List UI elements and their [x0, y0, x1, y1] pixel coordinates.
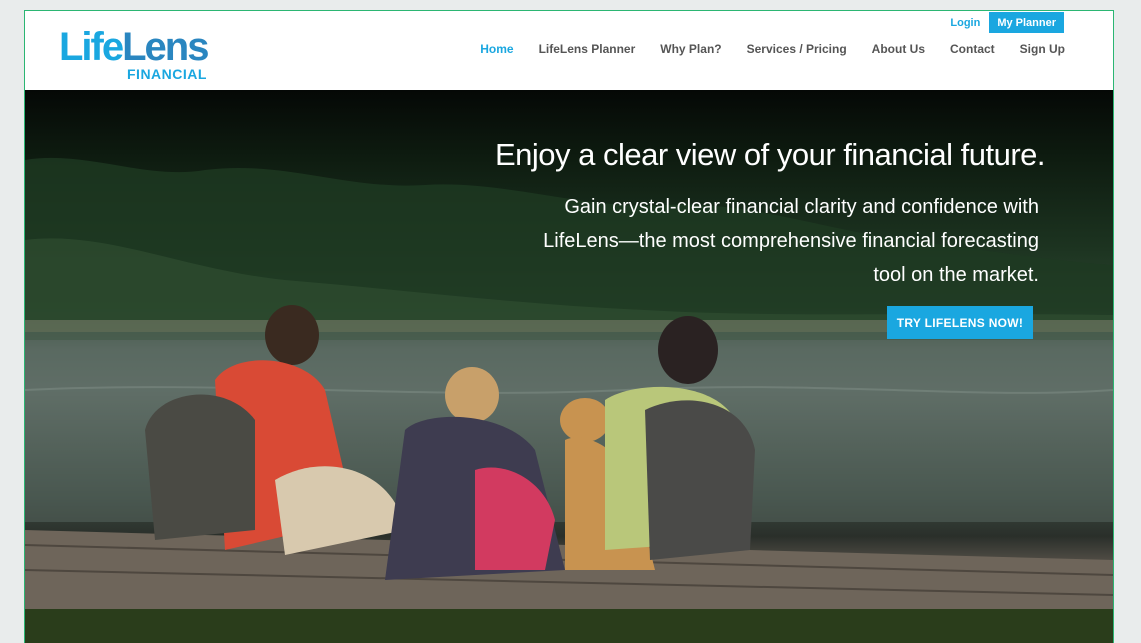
logo-lens: Lens: [122, 25, 209, 69]
nav-home[interactable]: Home: [480, 42, 513, 56]
nav-lifelens-planner[interactable]: LifeLens Planner: [539, 42, 636, 56]
lifelens-logo[interactable]: LifeLens FINANCIAL: [59, 27, 219, 83]
nav-sign-up[interactable]: Sign Up: [1020, 42, 1065, 56]
nav-why-plan[interactable]: Why Plan?: [660, 42, 721, 56]
main-nav: Home LifeLens Planner Why Plan? Services…: [455, 42, 1065, 56]
hero-banner: Enjoy a clear view of your financial fut…: [25, 90, 1113, 609]
nav-about-us[interactable]: About Us: [872, 42, 925, 56]
hero-subtitle: Gain crystal-clear financial clarity and…: [543, 196, 1039, 286]
page-frame: LifeLens FINANCIAL Login My Planner Home…: [24, 10, 1114, 643]
hero-title: Enjoy a clear view of your financial fut…: [494, 136, 1046, 172]
nav-contact[interactable]: Contact: [950, 42, 995, 56]
section-band: [25, 609, 1113, 643]
nav-services-pricing[interactable]: Services / Pricing: [747, 42, 847, 56]
logo-wordmark: LifeLens: [59, 25, 209, 69]
login-link[interactable]: Login: [941, 12, 989, 33]
my-planner-button[interactable]: My Planner: [989, 12, 1064, 33]
site-header: LifeLens FINANCIAL Login My Planner Home…: [25, 11, 1113, 90]
logo-life: Life: [59, 25, 124, 69]
utility-bar: Login My Planner: [941, 12, 1064, 33]
logo-subtitle: FINANCIAL: [127, 66, 207, 82]
try-lifelens-button[interactable]: TRY LIFELENS NOW!: [887, 306, 1033, 339]
